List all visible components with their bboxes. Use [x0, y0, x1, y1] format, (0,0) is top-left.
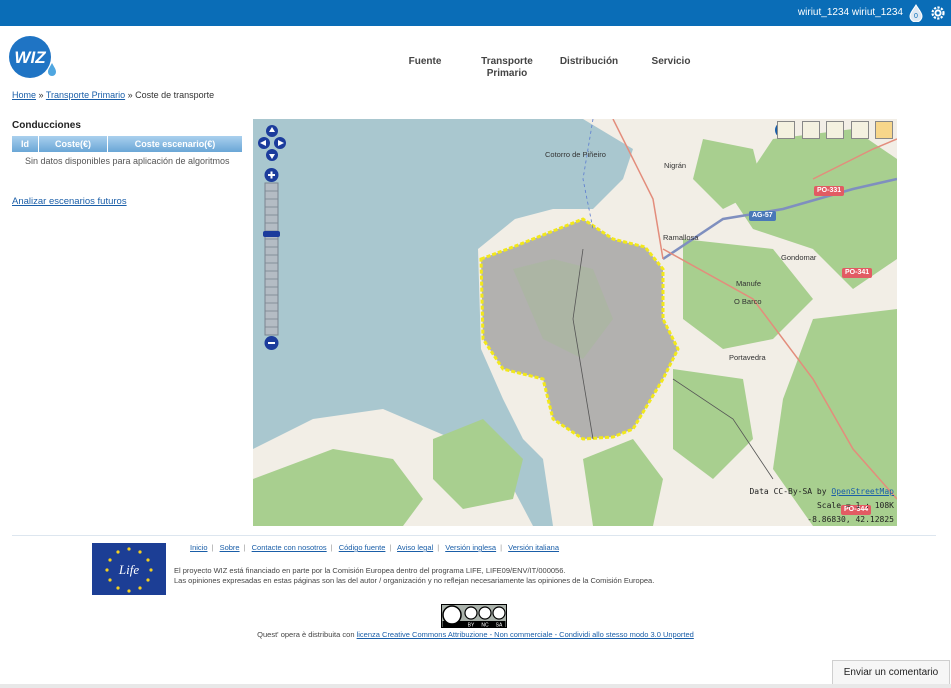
- map-background: [253, 119, 897, 526]
- map-label-coast: Cotorro de Piñeiro: [545, 150, 606, 159]
- svg-text:NC: NC: [481, 623, 489, 629]
- pan-hand-icon[interactable]: [875, 121, 893, 139]
- road-po331: PO-331: [814, 186, 845, 196]
- bottom-border: [0, 684, 951, 688]
- footer-link-inicio[interactable]: Inicio: [190, 543, 208, 552]
- footer-link-codigo-fuente[interactable]: Código fuente: [339, 543, 386, 552]
- nav-transporte-primario[interactable]: Transporte Primario: [474, 56, 540, 80]
- column-header-coste[interactable]: Coste(€): [38, 136, 108, 152]
- svg-text:BY: BY: [468, 623, 475, 629]
- footer-link-contacte[interactable]: Contacte con nosotros: [252, 543, 327, 552]
- zoom-slider-handle: [263, 231, 280, 237]
- analyze-future-scenarios-link[interactable]: Analizar escenarios futuros: [12, 196, 127, 207]
- nav-fuente[interactable]: Fuente: [398, 56, 452, 68]
- draw-line-icon[interactable]: [850, 121, 869, 139]
- cc-nc-icon: [478, 606, 492, 620]
- breadcrumb-transporte-link[interactable]: Transporte Primario: [46, 90, 125, 100]
- map-label-ramallosa: Ramallosa: [663, 233, 699, 242]
- column-header-coste-escenario[interactable]: Coste escenario(€): [107, 136, 243, 152]
- send-feedback-button[interactable]: Enviar un comentario: [832, 660, 950, 686]
- top-bar: wiriut_1234 wiriut_1234 0: [0, 0, 951, 26]
- license-text: Quest' opera è distribuita con licenza C…: [257, 630, 694, 639]
- life-logo-text: Life: [118, 562, 139, 577]
- license-link[interactable]: licenza Creative Commons Attribuzione - …: [357, 630, 694, 639]
- nav-servicio[interactable]: Servicio: [642, 56, 700, 68]
- gear-icon[interactable]: [929, 4, 947, 22]
- zoom-bar[interactable]: [263, 167, 280, 351]
- username-label[interactable]: wiriut_1234 wiriut_1234: [798, 7, 903, 18]
- road-ag57: AG-57: [749, 211, 776, 221]
- breadcrumb: Home » Transporte Primario » Coste de tr…: [12, 90, 215, 100]
- life-eu-logo[interactable]: Life: [92, 543, 166, 595]
- cc-icon: [442, 605, 462, 625]
- footer-link-sobre[interactable]: Sobre: [220, 543, 240, 552]
- map-viewport[interactable]: Cotorro de Piñeiro Nigrán Ramallosa Gond…: [253, 119, 897, 526]
- header: WIZ Fuente Transporte Primario Distribuci…: [0, 26, 951, 86]
- logo-text: WIZ: [14, 48, 46, 67]
- cc-by-icon: [464, 606, 478, 620]
- footer-links: Inicio | Sobre | Contacte con nosotros | Có…: [190, 543, 560, 552]
- column-header-id[interactable]: Id: [12, 136, 39, 152]
- measure-icon[interactable]: [826, 121, 845, 139]
- map-coordinates: -8.86830, 42.12825: [807, 515, 894, 524]
- map-label-portavedra: Portavedra: [729, 353, 766, 362]
- map-label-gondomar: Gondomar: [781, 253, 817, 262]
- footer-link-version-italiana[interactable]: Versión italiana: [508, 543, 559, 552]
- empty-message: Sin datos disponibles para aplicación de…: [24, 156, 230, 166]
- footer-divider: [12, 535, 936, 536]
- zoom-extent-icon[interactable]: [801, 121, 820, 139]
- map-attribution: Data CC-By-SA by OpenStreetMap: [749, 487, 894, 496]
- breadcrumb-current: Coste de transporte: [135, 90, 215, 100]
- notification-count: 0: [914, 13, 918, 20]
- map-label-nigran: Nigrán: [664, 161, 687, 170]
- wiz-logo[interactable]: WIZ: [6, 33, 58, 81]
- water-drop-notification-icon[interactable]: 0: [907, 4, 925, 22]
- road-po341: PO-341: [842, 268, 873, 278]
- zoom-box-icon[interactable]: [777, 121, 796, 139]
- funding-text: El proyecto WIZ está financiado en parte…: [174, 566, 655, 585]
- map-scale: Scale = 1 : 108K: [816, 501, 894, 510]
- nav-distribucion[interactable]: Distribución: [556, 56, 622, 68]
- pan-control[interactable]: [257, 123, 287, 163]
- footer-link-version-inglesa[interactable]: Versión inglesa: [445, 543, 496, 552]
- openstreetmap-link[interactable]: OpenStreetMap: [831, 487, 894, 496]
- breadcrumb-home-link[interactable]: Home: [12, 90, 36, 100]
- map-toolbar: [775, 121, 893, 139]
- conducciones-table: Id Coste(€) Coste escenario(€) Sin datos…: [12, 136, 243, 170]
- creative-commons-badge[interactable]: BY NC SA: [441, 604, 507, 628]
- conducciones-title: Conducciones: [12, 120, 81, 131]
- footer-link-aviso-legal[interactable]: Aviso legal: [397, 543, 433, 552]
- map-label-manufe: Manufe: [736, 279, 762, 288]
- cc-sa-icon: [492, 606, 506, 620]
- map-label-o-barco: O Barco: [734, 297, 762, 306]
- svg-text:SA: SA: [496, 623, 503, 629]
